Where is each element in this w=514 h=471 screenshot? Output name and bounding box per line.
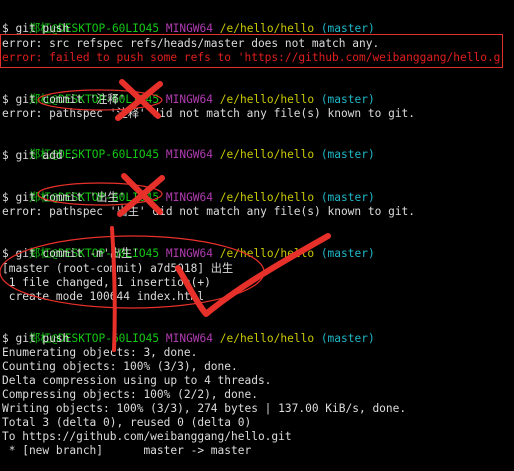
prompt-line: 郑杠@DESKTOP-60LIO45 MINGW64 /e/hello/hell… — [2, 8, 375, 35]
prompt-line: 郑杠@DESKTOP-60LIO45 MINGW64 /e/hello/hell… — [2, 233, 375, 260]
output-line: create mode 100644 index.html — [2, 290, 205, 303]
output-line: Delta compression using up to 4 threads. — [2, 374, 272, 387]
prompt-branch: (master) — [320, 93, 375, 106]
output-line: 1 file changed, 1 insertion(+) — [2, 276, 211, 289]
output-line: Total 3 (delta 0), reused 0 (delta 0) — [2, 416, 252, 429]
output-line: * [new branch] master -> master — [2, 444, 252, 457]
prompt-branch: (master) — [320, 191, 375, 204]
prompt-path: /e/hello/hello — [219, 93, 315, 106]
prompt-system: MINGW64 — [165, 148, 214, 161]
command-line: $ git commit '注释' — [2, 93, 126, 106]
prompt-path: /e/hello/hello — [219, 332, 315, 345]
output-line: [master (root-commit) a7d5018] 出生 — [2, 262, 234, 275]
output-line: Counting objects: 100% (3/3), done. — [2, 360, 238, 373]
prompt-line: 郑杠@DESKTOP-60LIO45 MINGW64 /e/hello/hell… — [2, 134, 375, 161]
output-line: To https://github.com/weibanggang/hello.… — [2, 430, 292, 443]
output-line: Compressing objects: 100% (2/2), done. — [2, 388, 258, 401]
command-line: $ git commit -m'出生' — [2, 247, 139, 260]
command-line: $ git add . — [2, 149, 77, 162]
command-line: $ git commit '出生' — [2, 191, 126, 204]
annotation-box — [0, 34, 503, 68]
prompt-path: /e/hello/hello — [219, 247, 315, 260]
prompt-branch: (master) — [320, 148, 375, 161]
error-line: error: pathspec '出生' did not match any f… — [2, 205, 416, 218]
output-line: Enumerating objects: 3, done. — [2, 346, 198, 359]
prompt-system: MINGW64 — [165, 247, 214, 260]
prompt-line: 郑杠@DESKTOP-60LIO45 MINGW64 /e/hello/hell… — [2, 177, 375, 204]
error-line: error: pathspec '注释' did not match any f… — [2, 107, 416, 120]
prompt-line: 郑杠@DESKTOP-60LIO45 MINGW64 /e/hello/hell… — [2, 318, 375, 345]
prompt-system: MINGW64 — [165, 332, 214, 345]
prompt-system: MINGW64 — [165, 93, 214, 106]
prompt-path: /e/hello/hello — [219, 191, 315, 204]
command-line: $ git push — [2, 332, 70, 345]
prompt-branch: (master) — [320, 332, 375, 345]
prompt-system: MINGW64 — [165, 191, 214, 204]
prompt-path: /e/hello/hello — [219, 148, 315, 161]
output-line: Writing objects: 100% (3/3), 274 bytes |… — [2, 402, 407, 415]
prompt-branch: (master) — [320, 247, 375, 260]
prompt-line: 郑杠@DESKTOP-60LIO45 MINGW64 /e/hello/hell… — [2, 79, 375, 106]
